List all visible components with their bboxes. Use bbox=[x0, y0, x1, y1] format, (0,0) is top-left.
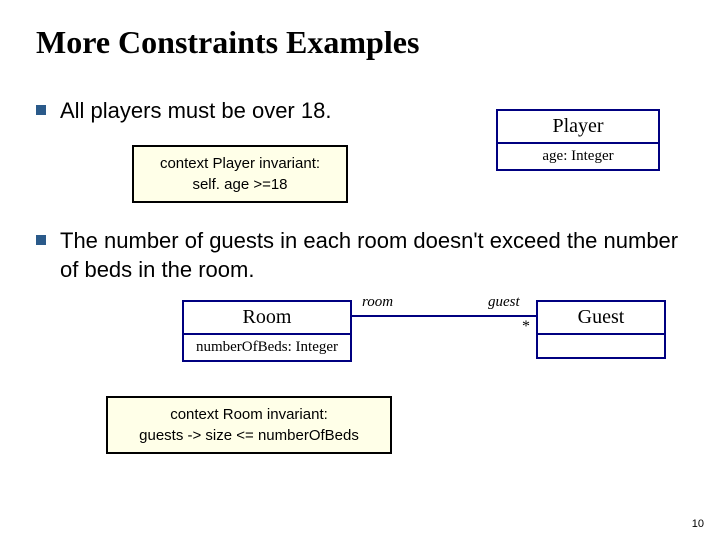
constraint-line: context Player invariant: bbox=[148, 153, 332, 174]
uml-class-attr: age: Integer bbox=[498, 144, 658, 169]
bullet-item-2: The number of guests in each room doesn'… bbox=[36, 227, 684, 284]
uml-class-attr bbox=[538, 335, 664, 357]
slide-title: More Constraints Examples bbox=[36, 24, 684, 61]
uml-role-right: guest bbox=[488, 294, 520, 311]
uml-class-name: Room bbox=[184, 302, 350, 335]
constraint-line: context Room invariant: bbox=[122, 404, 376, 425]
bullet-square-icon bbox=[36, 105, 46, 115]
constraint-box-room: context Room invariant: guests -> size <… bbox=[106, 396, 392, 454]
constraint-line: self. age >=18 bbox=[148, 174, 332, 195]
bullet-text-2: The number of guests in each room doesn'… bbox=[60, 227, 684, 284]
uml-role-left: room bbox=[362, 294, 393, 311]
uml-multiplicity-right: * bbox=[522, 318, 530, 336]
uml-class-attr: numberOfBeds: Integer bbox=[184, 335, 350, 360]
constraint-box-player: context Player invariant: self. age >=18 bbox=[132, 145, 348, 203]
uml-class-name: Player bbox=[498, 111, 658, 144]
uml-class-guest: Guest bbox=[536, 300, 666, 359]
section-2: Room numberOfBeds: Integer room guest * … bbox=[36, 300, 684, 490]
section-1: All players must be over 18. context Pla… bbox=[36, 97, 684, 227]
bullet-square-icon bbox=[36, 235, 46, 245]
uml-class-name: Guest bbox=[538, 302, 664, 335]
constraint-line: guests -> size <= numberOfBeds bbox=[122, 425, 376, 446]
uml-class-player: Player age: Integer bbox=[496, 109, 660, 171]
uml-association-line bbox=[352, 315, 536, 317]
uml-class-room: Room numberOfBeds: Integer bbox=[182, 300, 352, 362]
page-number: 10 bbox=[692, 518, 704, 530]
bullet-text-1: All players must be over 18. bbox=[60, 97, 331, 126]
